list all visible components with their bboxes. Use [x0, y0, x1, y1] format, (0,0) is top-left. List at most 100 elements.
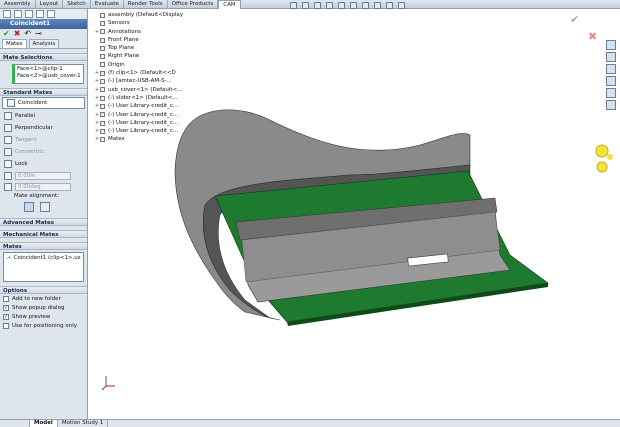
tree-item-right-plane[interactable]: Right Plane — [94, 52, 194, 60]
tab-model[interactable]: Model — [30, 420, 58, 427]
tree-item-sensors[interactable]: Sensors — [94, 19, 194, 27]
mates-section: Mates ⋌ Coincident1 (clip<1>,us — [0, 242, 87, 282]
property-manager: Coincident1 ✔ ✖ ↶ ⊸ Mates Analysis Mate … — [0, 9, 88, 419]
display-style-icon[interactable] — [350, 2, 357, 9]
advanced-mates-header[interactable]: Advanced Mates — [0, 218, 87, 226]
mate-alignment-buttons — [0, 200, 87, 214]
tab-analysis[interactable]: Analysis — [28, 39, 60, 48]
zoom-area-icon[interactable] — [302, 2, 309, 9]
view-palette-icon[interactable] — [606, 76, 616, 86]
view-settings-icon[interactable] — [398, 2, 405, 9]
tree-item-credit-2[interactable]: + (-) User Library-credit_c... — [94, 111, 194, 119]
origin-icon — [100, 62, 105, 68]
reference-triad[interactable] — [588, 137, 616, 183]
annotations-icon — [100, 29, 105, 35]
tab-evaluate[interactable]: Evaluate — [91, 0, 124, 9]
part-icon — [100, 103, 105, 109]
tree-item-mates[interactable]: + Mates — [94, 135, 194, 143]
ok-corner-icon[interactable]: ✔ — [570, 14, 597, 25]
tab-cam[interactable]: CAM — [218, 0, 241, 9]
tree-item-credit-4[interactable]: + (-) User Library-credit_c... — [94, 127, 194, 135]
angle-input[interactable]: 0.00deg — [15, 182, 71, 191]
mate-selections-header[interactable]: Mate Selections — [0, 53, 87, 61]
feature-tree: assembly (Default<Display Sensors + Annot… — [94, 11, 194, 144]
cancel-corner-icon[interactable]: ✖ — [588, 31, 597, 42]
plane-icon — [100, 37, 105, 43]
file-explorer-icon[interactable] — [606, 64, 616, 74]
feature-manager-icon[interactable] — [3, 10, 11, 18]
pin-icon[interactable]: ⊸ — [35, 29, 42, 39]
appearances-icon[interactable] — [606, 88, 616, 98]
part-icon — [100, 87, 105, 93]
zoom-to-fit-icon[interactable] — [290, 2, 297, 9]
options-header[interactable]: Options — [0, 286, 87, 294]
tree-item-slider[interactable]: + (-) slider<1> (Default<... — [94, 94, 194, 102]
coincident-mate[interactable]: Coincident — [2, 97, 85, 109]
lock-mate[interactable]: Lock — [0, 158, 87, 170]
mates-list[interactable]: ⋌ Coincident1 (clip<1>,us — [3, 252, 84, 282]
previous-view-icon[interactable] — [314, 2, 321, 9]
mates-header[interactable]: Mates — [0, 242, 87, 250]
list-item[interactable]: ⋌ Coincident1 (clip<1>,us — [6, 255, 81, 261]
design-library-icon[interactable] — [606, 52, 616, 62]
tree-item-front-plane[interactable]: Front Plane — [94, 36, 194, 44]
aligned-button[interactable] — [24, 202, 34, 212]
bottom-nav-icon[interactable] — [0, 420, 30, 427]
option-show-preview[interactable]: ✓ Show preview — [0, 312, 87, 321]
tree-item-credit-3[interactable]: + (-) User Library-credit_c... — [94, 119, 194, 127]
tree-item-top-plane[interactable]: Top Plane — [94, 44, 194, 52]
tree-item-origin[interactable]: Origin — [94, 61, 194, 69]
parallel-mate[interactable]: Parallel — [0, 110, 87, 122]
hide-show-icon[interactable] — [362, 2, 369, 9]
tree-item-credit-1[interactable]: + (-) User Library-credit_c... — [94, 102, 194, 110]
tree-item-clip[interactable]: + (f) clip<1> (Default<<D — [94, 69, 194, 77]
option-add-to-new-folder[interactable]: Add to new folder — [0, 294, 87, 303]
configuration-manager-icon[interactable] — [25, 10, 33, 18]
checkbox[interactable] — [3, 295, 9, 302]
resources-icon[interactable] — [606, 40, 616, 50]
checkbox[interactable]: ✓ — [3, 304, 9, 311]
tree-item-usb-cover[interactable]: + usb_cover<1> (Default<... — [94, 86, 194, 94]
tangent-mate[interactable]: Tangent — [0, 134, 87, 146]
tab-mates[interactable]: Mates — [2, 39, 27, 48]
tree-item-assembly[interactable]: assembly (Default<Display — [94, 11, 194, 19]
checkbox[interactable]: ✓ — [3, 313, 9, 320]
view-orientation-icon[interactable] — [338, 2, 345, 9]
undo-icon[interactable]: ↶ — [24, 29, 31, 39]
scene-icon[interactable] — [386, 2, 393, 9]
option-use-for-positioning[interactable]: Use for positioning only — [0, 321, 87, 330]
ok-checkmark-icon[interactable]: ✔ — [3, 29, 10, 39]
perpendicular-mate[interactable]: Perpendicular — [0, 122, 87, 134]
tab-sketch[interactable]: Sketch — [63, 0, 91, 9]
anti-aligned-button[interactable] — [40, 202, 50, 212]
confirmation-corner: ✔ ✖ — [570, 14, 597, 42]
tab-assembly[interactable]: Assembly — [0, 0, 36, 9]
tab-motion-study[interactable]: Motion Study 1 — [58, 420, 109, 427]
mechanical-mates-header[interactable]: Mechanical Mates — [0, 230, 87, 238]
part-icon — [100, 112, 105, 118]
perpendicular-icon — [4, 124, 12, 132]
selection-item[interactable]: Face<2>@usb_cover-1 — [17, 73, 81, 80]
selections-list[interactable]: Face<1>@clip-1 Face<2>@usb_cover-1 — [12, 64, 84, 84]
concentric-mate[interactable]: Concentric — [0, 146, 87, 158]
tree-item-usb[interactable]: + (-) [amtec-USB-AM-S-... — [94, 77, 194, 85]
checkbox[interactable] — [3, 322, 9, 329]
part-icon — [100, 70, 105, 76]
tree-item-annotations[interactable]: + Annotations — [94, 28, 194, 36]
tab-render-tools[interactable]: Render Tools — [124, 0, 168, 9]
tab-office-products[interactable]: Office Products — [168, 0, 219, 9]
tab-layout[interactable]: Layout — [36, 0, 64, 9]
selection-item[interactable]: Face<1>@clip-1 — [17, 66, 81, 73]
display-manager-icon[interactable] — [47, 10, 55, 18]
edit-appearance-icon[interactable] — [374, 2, 381, 9]
property-manager-icon[interactable] — [14, 10, 22, 18]
option-show-popup-dialog[interactable]: ✓ Show popup dialog — [0, 303, 87, 312]
cancel-x-icon[interactable]: ✖ — [14, 29, 21, 39]
distance-input[interactable]: 0.00in — [15, 171, 71, 180]
appearance-icon[interactable] — [36, 10, 44, 18]
custom-properties-icon[interactable] — [606, 100, 616, 110]
standard-mates-section: Standard Mates Coincident Parallel Perpe… — [0, 88, 87, 214]
standard-mates-header[interactable]: Standard Mates — [0, 88, 87, 96]
section-view-icon[interactable] — [326, 2, 333, 9]
mate-alignment-label: Mate alignment: — [14, 193, 60, 199]
